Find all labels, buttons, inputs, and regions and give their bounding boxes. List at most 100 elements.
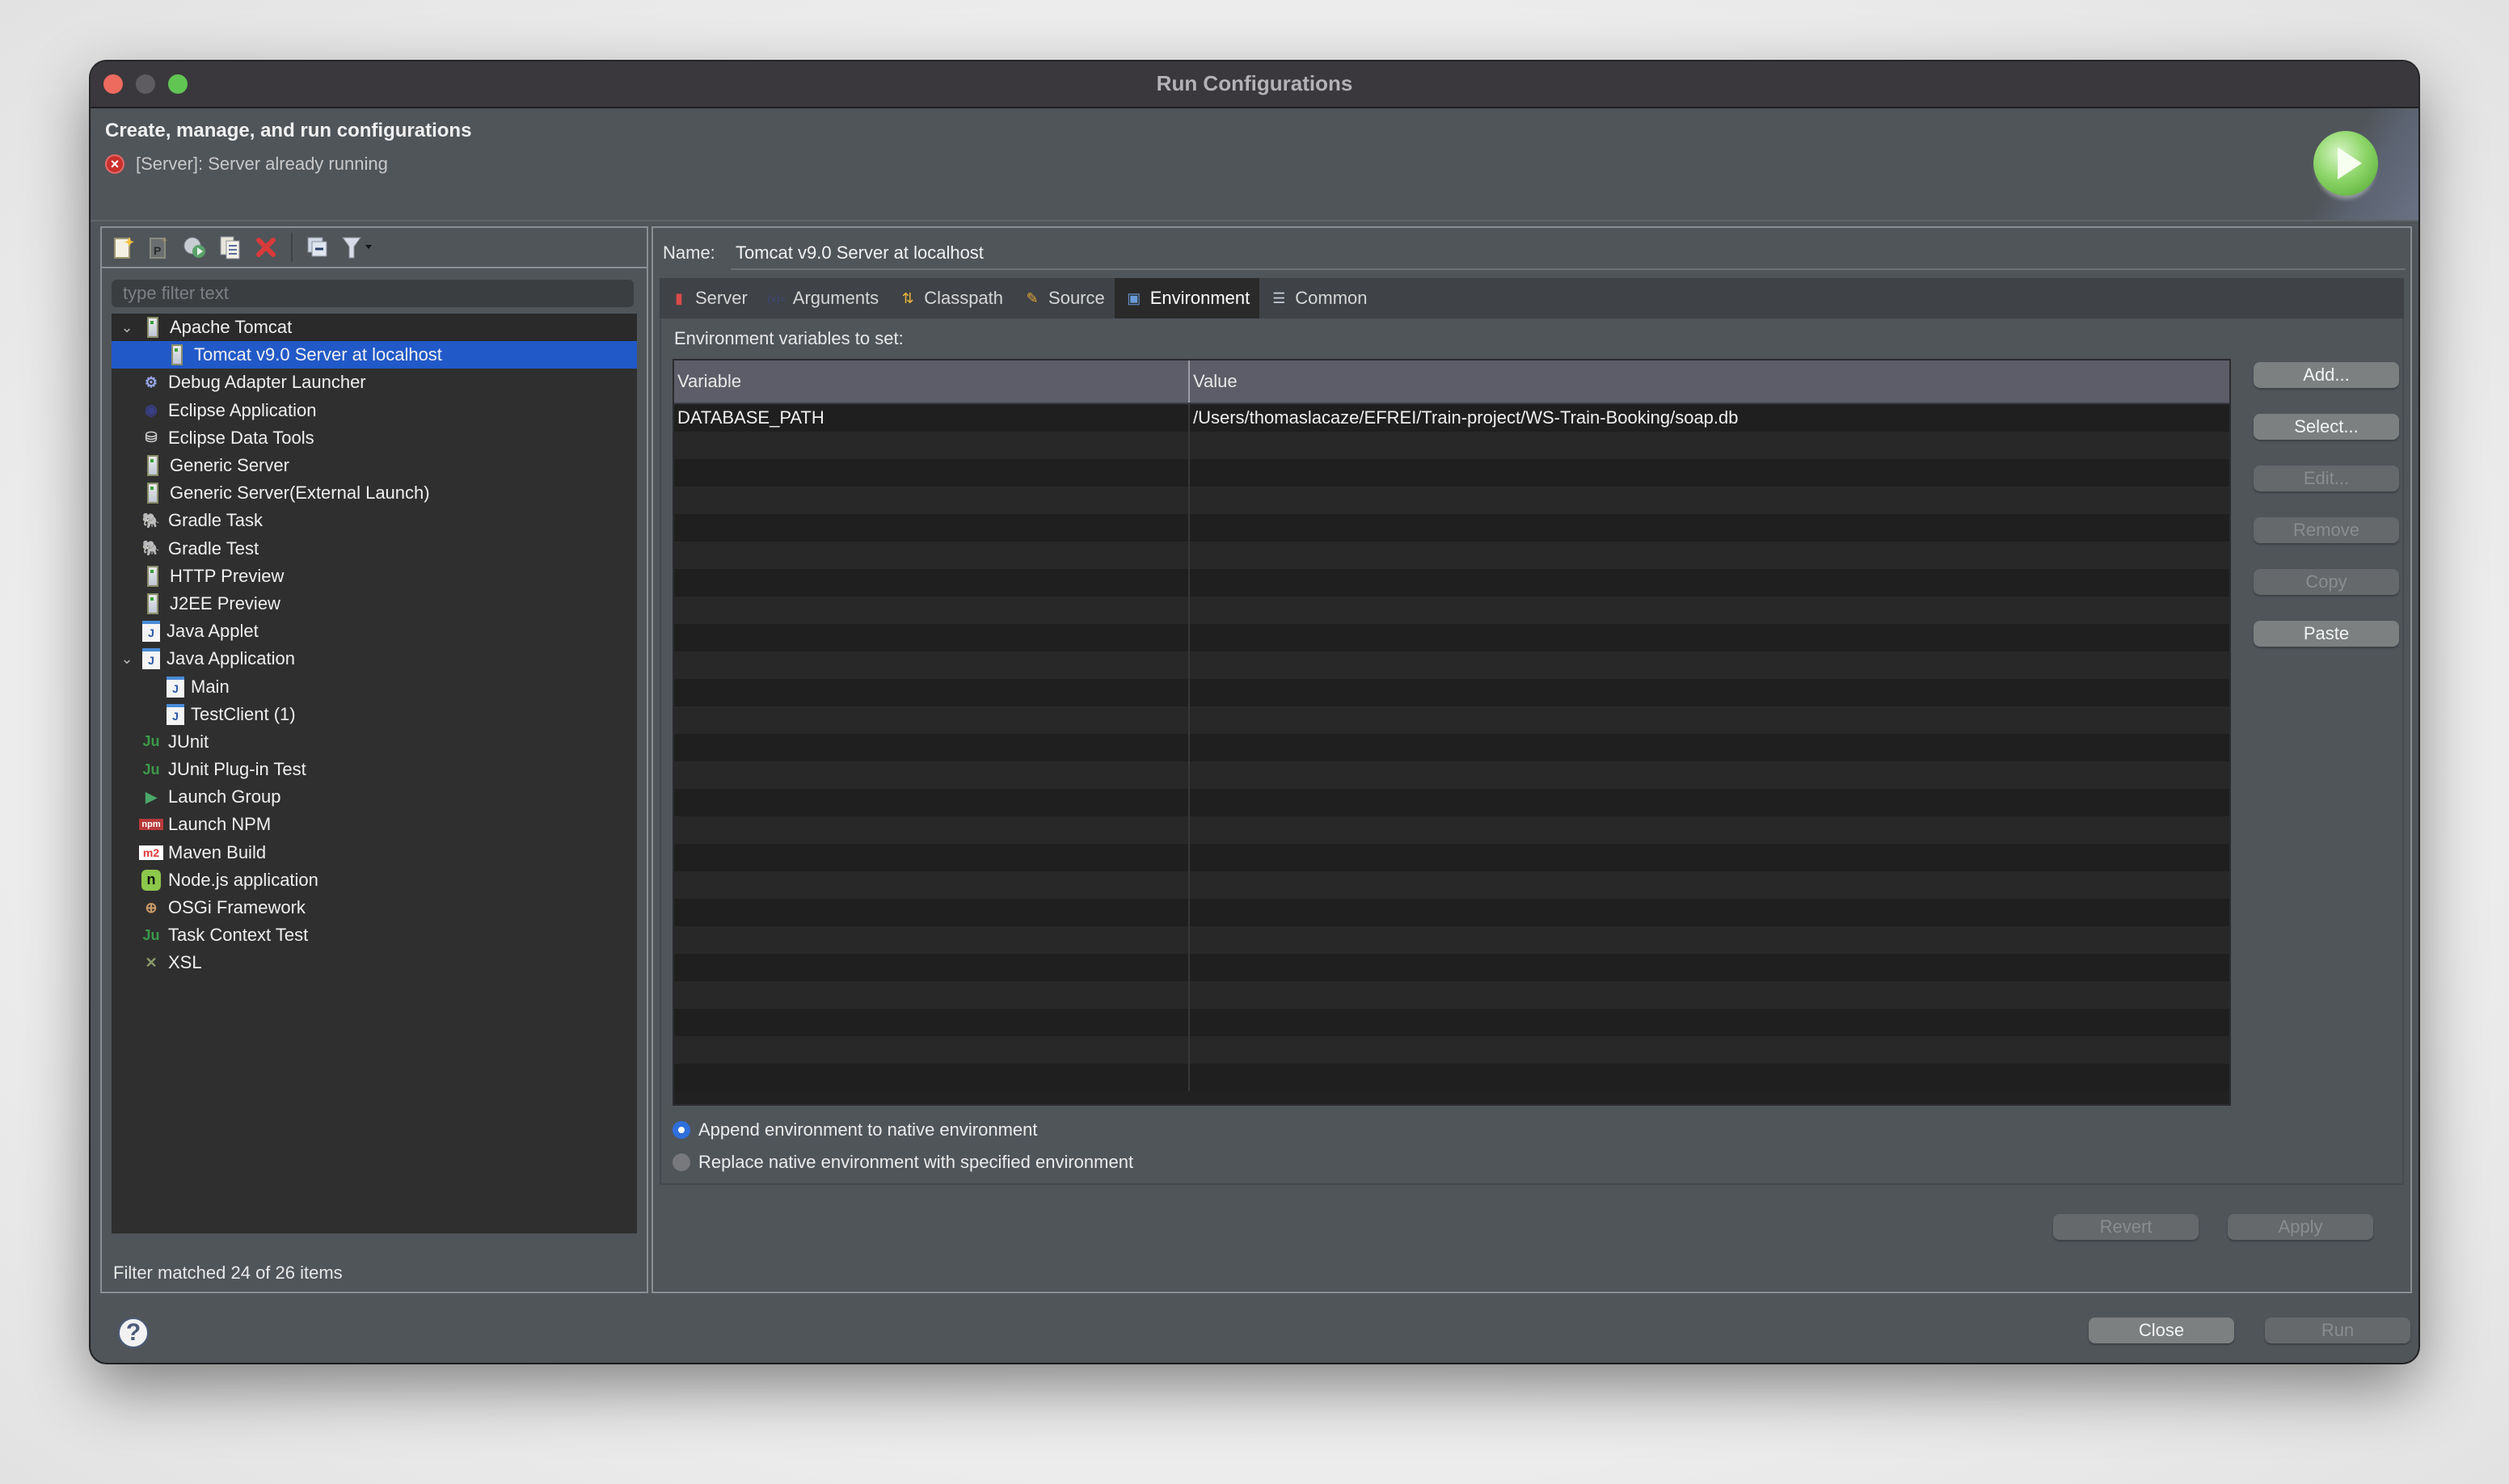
tab-label: Arguments xyxy=(792,288,879,308)
revert-button[interactable]: Revert xyxy=(2053,1214,2199,1240)
tree-item[interactable]: Tomcat v9.0 Server at localhost xyxy=(112,341,637,369)
junit-plugin-icon: Ju xyxy=(142,761,160,778)
cell-variable xyxy=(674,1036,1190,1064)
tree-item[interactable]: ⌄ J Java Application xyxy=(112,645,637,672)
table-header: Variable Value xyxy=(674,360,2229,404)
cell-variable xyxy=(674,487,1190,514)
cell-value xyxy=(1190,432,2229,459)
tree-item[interactable]: J TestClient (1) xyxy=(112,701,637,728)
tree-item[interactable]: ⊕ OSGi Framework xyxy=(112,894,637,921)
delete-button[interactable] xyxy=(252,234,280,261)
tree-item[interactable]: ▶ Launch Group xyxy=(112,783,637,811)
cell-variable xyxy=(674,514,1190,542)
gradle-icon: 🐘 xyxy=(141,512,161,529)
cell-value xyxy=(1190,816,2229,844)
filter-input[interactable] xyxy=(112,280,634,307)
cell-value xyxy=(1190,981,2229,1009)
tree-item[interactable]: Ju JUnit xyxy=(112,728,637,756)
filter-button[interactable] xyxy=(339,234,375,261)
chevron-down-icon[interactable]: ⌄ xyxy=(115,651,139,668)
tab-common[interactable]: ☰ Common xyxy=(1259,278,1377,318)
close-button[interactable]: Close xyxy=(2089,1317,2234,1343)
empty-table-row xyxy=(674,542,2229,569)
duplicate-button[interactable] xyxy=(217,234,244,261)
tab-label: Server xyxy=(695,288,748,308)
run-button[interactable]: Run xyxy=(2265,1317,2410,1343)
add-button[interactable]: Add... xyxy=(2254,362,2399,388)
tree-item[interactable]: HTTP Preview xyxy=(112,563,637,590)
collapse-all-icon xyxy=(307,237,327,257)
copy-button[interactable]: Copy xyxy=(2254,569,2399,595)
tree-item[interactable]: J Java Applet xyxy=(112,618,637,645)
column-header-value[interactable]: Value xyxy=(1190,360,2229,403)
configuration-tabs: ▮ Server (x)= Arguments ⇅ Classpath ✎ Source ▣ En… xyxy=(660,278,2404,318)
status-message: × [Server]: Server already running xyxy=(105,154,388,175)
tree-item[interactable]: ◉ Eclipse Application xyxy=(112,397,637,424)
tree-item-label: Debug Adapter Launcher xyxy=(168,372,366,393)
remove-button[interactable]: Remove xyxy=(2254,517,2399,543)
help-icon[interactable]: ? xyxy=(118,1317,149,1348)
environment-table[interactable]: Variable Value DATABASE_PATH/Users/thoma… xyxy=(673,359,2231,1106)
tree-item[interactable]: 🐘 Gradle Test xyxy=(112,535,637,563)
tree-item-label: Tomcat v9.0 Server at localhost xyxy=(194,344,442,365)
run-configurations-window: Run Configurations Create, manage, and r… xyxy=(91,61,2418,1363)
cell-variable: DATABASE_PATH xyxy=(674,404,1190,432)
radio-label: Append environment to native environment xyxy=(698,1119,1038,1140)
new-prototype-button[interactable]: P + xyxy=(145,234,173,261)
tree-item[interactable]: J2EE Preview xyxy=(112,590,637,618)
tree-item[interactable]: 🐘 Gradle Task xyxy=(112,507,637,534)
xsl-icon: ✕ xyxy=(145,954,158,971)
tree-item[interactable]: ⚙ Debug Adapter Launcher xyxy=(112,369,637,396)
replace-environment-radio[interactable]: Replace native environment with specifie… xyxy=(673,1146,1133,1178)
duplicate-icon xyxy=(220,236,240,259)
tree-item[interactable]: Ju Task Context Test xyxy=(112,921,637,949)
radio-button[interactable] xyxy=(673,1153,690,1171)
java-app-icon: J xyxy=(167,676,184,698)
edit-button[interactable]: Edit... xyxy=(2254,466,2399,491)
cell-variable xyxy=(674,789,1190,816)
tree-item[interactable]: Generic Server xyxy=(112,452,637,479)
cell-value xyxy=(1190,844,2229,871)
tab-source[interactable]: ✎ Source xyxy=(1013,278,1115,318)
configuration-tree[interactable]: ⌄ Apache Tomcat Tomcat v9.0 Server at loca… xyxy=(112,314,637,1233)
select-button[interactable]: Select... xyxy=(2254,414,2399,440)
tree-item[interactable]: n Node.js application xyxy=(112,866,637,894)
collapse-all-button[interactable] xyxy=(304,234,331,261)
cell-variable xyxy=(674,1009,1190,1036)
new-configuration-button[interactable] xyxy=(110,234,137,261)
tab-environment[interactable]: ▣ Environment xyxy=(1114,278,1260,318)
tree-item[interactable]: m2 Maven Build xyxy=(112,839,637,866)
table-row[interactable]: DATABASE_PATH/Users/thomaslacaze/EFREI/T… xyxy=(674,404,2229,432)
tree-item[interactable]: ⛁ Eclipse Data Tools xyxy=(112,424,637,452)
tree-item[interactable]: Generic Server(External Launch) xyxy=(112,479,637,507)
tab-arguments[interactable]: (x)= Arguments xyxy=(757,278,888,318)
cell-value xyxy=(1190,899,2229,926)
apply-button[interactable]: Apply xyxy=(2228,1214,2373,1240)
tab-server[interactable]: ▮ Server xyxy=(660,278,757,318)
cell-value xyxy=(1190,487,2229,514)
empty-table-row xyxy=(674,844,2229,871)
export-button[interactable] xyxy=(181,234,209,261)
tree-item[interactable]: Ju JUnit Plug-in Test xyxy=(112,756,637,783)
tree-item[interactable]: ✕ XSL xyxy=(112,949,637,976)
cell-value xyxy=(1190,459,2229,487)
tree-item[interactable]: ⌄ Apache Tomcat xyxy=(112,314,637,342)
empty-table-row xyxy=(674,432,2229,459)
cell-value xyxy=(1190,871,2229,899)
chevron-down-icon[interactable]: ⌄ xyxy=(115,319,139,336)
radio-button[interactable] xyxy=(673,1121,690,1139)
column-header-variable[interactable]: Variable xyxy=(674,360,1190,403)
launch-group-icon: ▶ xyxy=(145,788,157,805)
append-environment-radio[interactable]: Append environment to native environment xyxy=(673,1114,1133,1146)
tab-classpath[interactable]: ⇅ Classpath xyxy=(888,278,1013,318)
environment-icon: ▣ xyxy=(1127,289,1141,306)
cell-value xyxy=(1190,597,2229,624)
svg-text:P: P xyxy=(154,244,161,257)
tree-item[interactable]: J Main xyxy=(112,672,637,700)
tree-item[interactable]: npm Launch NPM xyxy=(112,811,637,838)
tree-item-label: Generic Server(External Launch) xyxy=(170,483,430,504)
empty-table-row xyxy=(674,871,2229,899)
name-field[interactable] xyxy=(731,238,2406,270)
paste-button[interactable]: Paste xyxy=(2254,621,2399,647)
empty-table-row xyxy=(674,1009,2229,1036)
